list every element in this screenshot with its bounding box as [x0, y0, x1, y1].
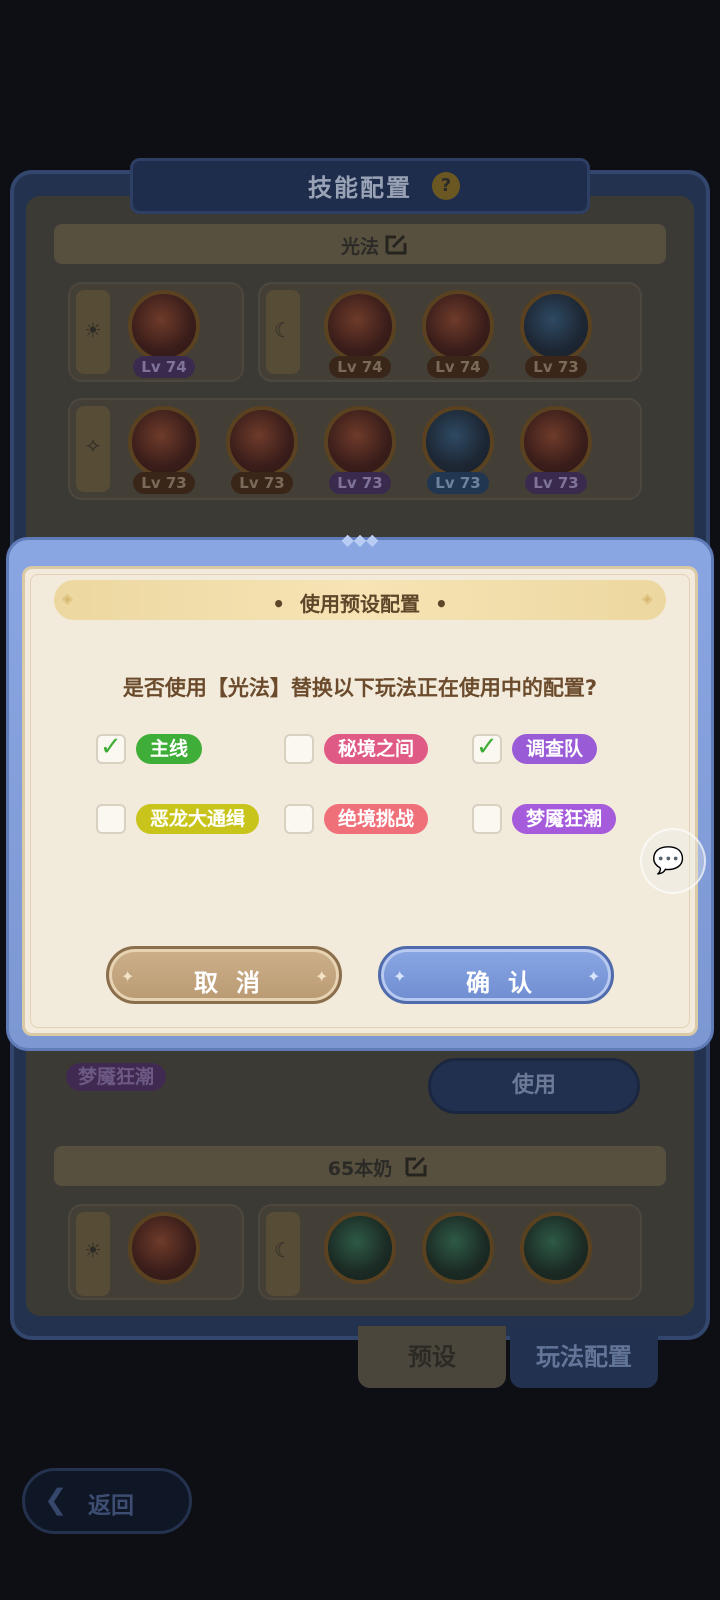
- skill-level: Lv 73: [329, 472, 391, 494]
- mode-chip: 梦魇狂潮: [66, 1063, 167, 1091]
- option-label[interactable]: 恶龙大通缉: [136, 804, 260, 834]
- option-label[interactable]: 绝境挑战: [324, 804, 429, 834]
- sun-icon: ☀: [84, 1238, 102, 1262]
- skill-level: Lv 73: [427, 472, 489, 494]
- checkbox-desperate-challenge[interactable]: [284, 804, 314, 834]
- preset-name: 65本奶: [327, 1158, 393, 1180]
- skill-icon[interactable]: [422, 290, 494, 362]
- tab-preset[interactable]: 预设: [358, 1326, 506, 1388]
- option-label[interactable]: 梦魇狂潮: [512, 804, 617, 834]
- cancel-button[interactable]: ✦ 取消 ✦: [106, 946, 342, 1004]
- checkbox-nightmare-tide[interactable]: [472, 804, 502, 834]
- check-icon: ✓: [100, 732, 122, 762]
- skill-level: Lv 73: [231, 472, 293, 494]
- tab-mode-config[interactable]: 玩法配置: [510, 1326, 658, 1388]
- screen: 技能配置 ? 光法 ☀ ☾ Lv 74 Lv 74 Lv 74 Lv 73 ✧ …: [0, 0, 720, 1600]
- checkbox-investigation-team[interactable]: ✓: [472, 732, 502, 764]
- skill-icon[interactable]: [128, 406, 200, 478]
- checkbox-secret-realm[interactable]: [284, 734, 314, 764]
- option-label[interactable]: 秘境之间: [324, 734, 429, 764]
- sparkle-icon: ✦: [315, 967, 329, 986]
- edit-icon[interactable]: [404, 1154, 428, 1178]
- skill-icon[interactable]: [324, 1212, 396, 1284]
- skill-level: Lv 73: [133, 472, 195, 494]
- panel-title: 技能配置: [308, 174, 412, 202]
- help-icon[interactable]: ?: [432, 172, 460, 200]
- option-label[interactable]: 调查队: [512, 734, 598, 764]
- skill-icon[interactable]: [520, 406, 592, 478]
- edit-icon[interactable]: [384, 232, 408, 256]
- moon-icon: ☾: [274, 318, 292, 342]
- chat-icon: 💬: [652, 846, 685, 876]
- skill-level: Lv 74: [427, 356, 489, 378]
- skill-icon[interactable]: [226, 406, 298, 478]
- checkbox-main-story[interactable]: ✓: [96, 732, 126, 764]
- back-arrow-icon: ❮: [44, 1483, 68, 1516]
- confirm-button[interactable]: ✦ 确认 ✦: [378, 946, 614, 1004]
- dialog-title: • 使用预设配置 •: [0, 588, 720, 617]
- skill-icon[interactable]: [128, 290, 200, 362]
- use-button[interactable]: 使用: [428, 1058, 640, 1114]
- option-label[interactable]: 主线: [136, 734, 203, 764]
- checkbox-dragon-bounty[interactable]: [96, 804, 126, 834]
- ornament-icon: ◆◆◆: [341, 530, 379, 549]
- skill-level: Lv 74: [329, 356, 391, 378]
- skill-icon[interactable]: [520, 1212, 592, 1284]
- cancel-button-label: 取消: [194, 969, 278, 997]
- title-dot: •: [272, 592, 286, 616]
- dialog-title-text: 使用预设配置: [300, 592, 420, 616]
- sparkle-icon: ✦: [587, 967, 601, 986]
- skill-icon[interactable]: [324, 290, 396, 362]
- star-icon: ✧: [84, 434, 102, 458]
- skill-level: Lv 73: [525, 356, 587, 378]
- skill-level: Lv 73: [525, 472, 587, 494]
- moon-icon: ☾: [274, 1238, 292, 1262]
- back-label: 返回: [88, 1493, 134, 1519]
- skill-icon[interactable]: [422, 1212, 494, 1284]
- skill-level: Lv 74: [133, 356, 195, 378]
- skill-icon[interactable]: [520, 290, 592, 362]
- skill-icon[interactable]: [422, 406, 494, 478]
- title-dot: •: [434, 592, 448, 616]
- sun-icon: ☀: [84, 318, 102, 342]
- preset-name: 光法: [340, 236, 379, 258]
- skill-icon[interactable]: [324, 406, 396, 478]
- skill-icon[interactable]: [128, 1212, 200, 1284]
- dialog-question: 是否使用【光法】替换以下玩法正在使用中的配置?: [122, 676, 598, 700]
- check-icon: ✓: [476, 732, 498, 762]
- confirm-button-label: 确认: [466, 969, 550, 997]
